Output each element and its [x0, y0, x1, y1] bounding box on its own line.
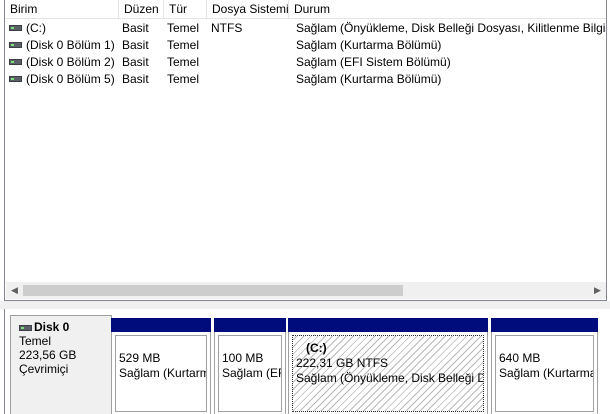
volume-type: Temel — [167, 38, 200, 52]
partition-block-selected[interactable]: (C:) 222,31 GB NTFS Sağlam (Önyükleme, D… — [288, 318, 488, 414]
column-dosya-sistemi[interactable]: Dosya Sistemi — [207, 0, 289, 19]
volume-icon — [9, 42, 22, 48]
volume-status: Sağlam (Kurtarma Bölümü) — [296, 72, 442, 86]
partition-bar — [491, 318, 598, 332]
volume-name: (C:) — [26, 21, 46, 35]
volume-name: (Disk 0 Bölüm 1) — [26, 38, 115, 52]
list-item[interactable]: (Disk 0 Bölüm 1) Basit Temel Sağlam (Kur… — [5, 37, 606, 54]
volume-status: Sağlam (EFI Sistem Bölümü) — [296, 55, 451, 69]
list-item[interactable]: (C:) Basit Temel NTFS Sağlam (Önyükleme,… — [5, 20, 606, 37]
volume-name: (Disk 0 Bölüm 2) — [26, 55, 115, 69]
disk-state: Çevrimiçi — [19, 362, 69, 376]
partition-size: 529 MB — [119, 351, 161, 365]
volume-status: Sağlam (Kurtarma Bölümü) — [296, 38, 442, 52]
partition-size: 100 MB — [222, 351, 264, 365]
volume-type: Temel — [167, 55, 200, 69]
partition-size: 222,31 GB NTFS — [296, 356, 389, 370]
column-durum[interactable]: Durum — [289, 0, 606, 19]
column-duzen[interactable]: Düzen — [119, 0, 164, 19]
scroll-left-icon[interactable]: ◀ — [6, 282, 23, 299]
volume-name: (Disk 0 Bölüm 5) — [26, 72, 115, 86]
column-birim[interactable]: Birim — [5, 0, 119, 19]
column-header: Birim Düzen Tür Dosya Sistemi Durum — [5, 0, 606, 19]
pane-splitter[interactable] — [0, 301, 610, 309]
partition-bar — [214, 318, 286, 332]
list-item[interactable]: (Disk 0 Bölüm 5) Basit Temel Sağlam (Kur… — [5, 71, 606, 88]
scroll-right-icon[interactable]: ▶ — [589, 282, 606, 299]
horizontal-scrollbar[interactable]: ◀ ▶ — [6, 282, 606, 299]
disk-kind: Temel — [19, 334, 52, 348]
volume-type: Temel — [167, 72, 200, 86]
disk-map: Disk 0 Temel 223,56 GB Çevrimiçi 529 MB … — [4, 309, 607, 414]
scroll-thumb[interactable] — [23, 285, 403, 296]
volume-icon — [9, 76, 22, 82]
disk-icon — [19, 324, 32, 331]
partition-status: Sağlam (Önyükleme, Disk Belleği Dosyası — [296, 371, 483, 385]
volume-icon — [9, 59, 22, 65]
partition-bar — [288, 318, 488, 332]
partition-status: Sağlam (EFI Sistem Bölümü) — [222, 366, 281, 380]
partition-size: 640 MB — [499, 351, 541, 365]
volume-list[interactable]: Birim Düzen Tür Dosya Sistemi Durum (C:)… — [4, 0, 607, 301]
partition-block[interactable]: 640 MB Sağlam (Kurtarma Bölümü) — [491, 318, 598, 414]
volume-fs: NTFS — [211, 21, 243, 35]
list-item[interactable]: (Disk 0 Bölüm 2) Basit Temel Sağlam (EFI… — [5, 54, 606, 71]
volume-fs — [207, 54, 289, 71]
column-tur[interactable]: Tür — [164, 0, 207, 19]
volume-layout: Basit — [122, 55, 149, 69]
volume-fs — [207, 37, 289, 54]
partition-status: Sağlam (Kurtarma Bölümü) — [499, 366, 594, 380]
volume-status: Sağlam (Önyükleme, Disk Belleği Dosyası,… — [296, 21, 607, 35]
volume-icon — [9, 25, 22, 31]
partition-bar — [111, 318, 211, 332]
volume-fs — [207, 71, 289, 88]
disk-label[interactable]: Disk 0 Temel 223,56 GB Çevrimiçi — [10, 315, 112, 414]
partition-status: Sağlam (Kurtarma Bölümü) — [119, 366, 206, 380]
volume-layout: Basit — [122, 72, 149, 86]
partition-block[interactable]: 100 MB Sağlam (EFI Sistem Bölümü) — [214, 318, 286, 414]
volume-type: Temel — [167, 21, 200, 35]
disk-name: Disk 0 — [34, 320, 70, 334]
partition-block[interactable]: 529 MB Sağlam (Kurtarma Bölümü) — [111, 318, 211, 414]
volume-layout: Basit — [122, 38, 149, 52]
partition-label: (C:) — [306, 341, 327, 355]
disk-size: 223,56 GB — [19, 348, 77, 362]
volume-layout: Basit — [122, 21, 149, 35]
